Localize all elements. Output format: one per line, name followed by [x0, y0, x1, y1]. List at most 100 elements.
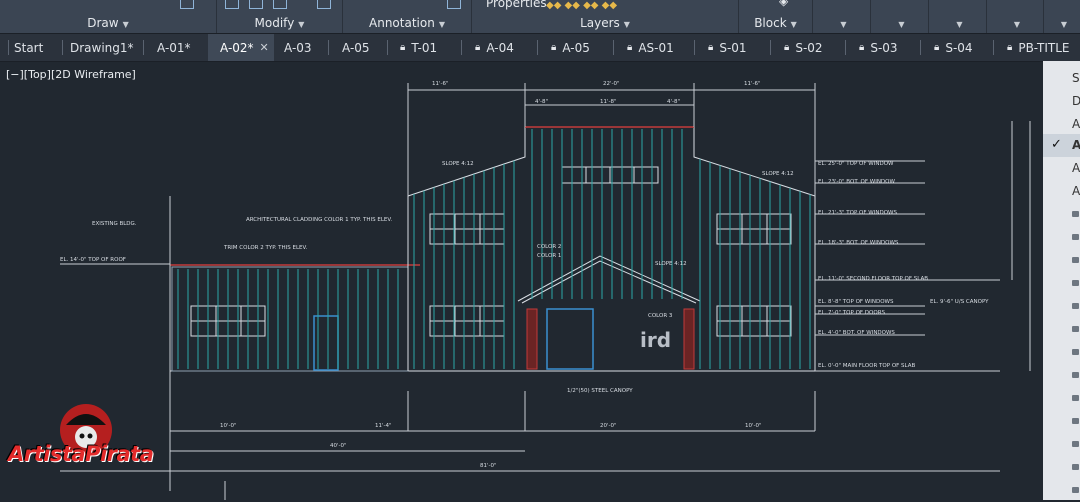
tab-a-05-locked[interactable]: 🔒︎ A-05 — [537, 34, 590, 61]
tab-a-03[interactable]: A-03 — [284, 34, 312, 61]
dimension-text: 10'-0" — [220, 423, 237, 429]
panel-item[interactable]: A — [1043, 157, 1080, 180]
ribbon: Draw ▼ Modify ▼ Annotation ▼ Properties ◆◆ … — [0, 0, 1080, 33]
tab-drawing1[interactable]: Drawing1* — [62, 34, 134, 61]
panel-item[interactable] — [1043, 456, 1080, 479]
tab-a-04[interactable]: 🔒︎ A-04 — [461, 34, 514, 61]
ribbon-group-layers[interactable]: Properties ◆◆ ◆◆ ◆◆ ◆◆ Layers ▼ — [472, 0, 739, 33]
panel-item[interactable] — [1043, 433, 1080, 456]
panel-item[interactable] — [1043, 364, 1080, 387]
tab-label: A-02* — [220, 40, 254, 55]
file-tab-bar: Start Drawing1* A-01* A-02* ✕ A-03 A-05 … — [0, 33, 1080, 62]
close-icon[interactable]: ✕ — [260, 41, 269, 54]
viewport-controls[interactable]: [−][Top][2D Wireframe] — [6, 68, 136, 81]
panel-item[interactable]: A — [1043, 180, 1080, 203]
tab-pb-title[interactable]: 🔒︎ PB-TITLE — [993, 34, 1070, 61]
ribbon-group-label[interactable]: Draw ▼ — [0, 16, 216, 30]
roof-elevation-label: EL. 14'-0" TOP OF ROOF — [60, 257, 126, 263]
tab-separator — [920, 40, 921, 55]
panel-item[interactable] — [1043, 387, 1080, 410]
ribbon-group-collapsed[interactable]: ▼ — [929, 0, 987, 33]
panel-item[interactable]: St — [1043, 67, 1080, 90]
elevation-label: EL. 7'-0" TOP OF DOORS — [818, 310, 886, 316]
lock-icon: 🔒︎ — [400, 42, 406, 53]
lock-icon — [1072, 234, 1079, 240]
bottom-dimension-lines — [60, 391, 1000, 472]
array-icon[interactable] — [273, 0, 287, 9]
tab-t-01[interactable]: 🔒︎ T-01 — [387, 34, 438, 61]
tab-separator — [770, 40, 771, 55]
tab-a-02[interactable]: A-02* ✕ — [208, 34, 274, 61]
panel-item[interactable] — [1043, 226, 1080, 249]
chevron-down-icon[interactable]: ▼ — [813, 16, 870, 30]
chevron-down-icon[interactable]: ▼ — [871, 16, 928, 30]
ribbon-group-label[interactable]: Layers ▼ — [472, 16, 738, 30]
layer-state-icon[interactable]: ◆◆ ◆◆ ◆◆ ◆◆ — [546, 0, 617, 11]
lock-icon — [1072, 372, 1079, 378]
ribbon-group-label[interactable]: Annotation ▼ — [343, 16, 471, 30]
table-icon[interactable] — [447, 0, 461, 9]
tab-s-02[interactable]: 🔒︎ S-02 — [770, 34, 823, 61]
slope-label: SLOPE 4:12 — [762, 171, 794, 177]
insert-block-icon[interactable]: ◈ — [779, 0, 788, 8]
ribbon-group-label[interactable]: Modify ▼ — [217, 16, 342, 30]
dimension-text: 4'-8" — [535, 99, 548, 105]
rectangle-icon[interactable] — [180, 0, 194, 9]
panel-item[interactable] — [1043, 272, 1080, 295]
lock-icon: 🔒︎ — [1007, 42, 1013, 53]
entrance-column-right — [683, 308, 695, 370]
tab-label: A-04 — [486, 40, 514, 55]
layer-dropdown-panel[interactable]: St Dr A ✓A A A — [1043, 61, 1080, 500]
note-text: COLOR 1 — [537, 253, 561, 259]
ribbon-group-collapsed[interactable]: ▼ — [813, 0, 871, 33]
ribbon-group-draw[interactable]: Draw ▼ — [0, 0, 217, 33]
elevation-label: EL. 18'-3" BOT. OF WINDOWS — [818, 240, 899, 246]
move-icon[interactable] — [225, 0, 239, 9]
tab-label: T-01 — [411, 40, 438, 55]
ribbon-group-block[interactable]: ◈ Block ▼ — [739, 0, 813, 33]
panel-item[interactable]: A — [1043, 113, 1080, 136]
tab-separator — [694, 40, 695, 55]
lock-icon — [1072, 280, 1079, 286]
dimension-text: 81'-0" — [480, 463, 497, 469]
lock-icon: 🔒︎ — [708, 42, 714, 53]
panel-item[interactable] — [1043, 410, 1080, 433]
chevron-down-icon[interactable]: ▼ — [1044, 16, 1080, 30]
panel-item[interactable]: Dr — [1043, 90, 1080, 113]
panel-item[interactable] — [1043, 295, 1080, 318]
note-text: 1/2"(50) STEEL CANOPY — [567, 388, 633, 394]
chevron-down-icon[interactable]: ▼ — [929, 16, 986, 30]
tab-separator — [387, 40, 388, 55]
panel-item[interactable] — [1043, 318, 1080, 341]
tab-label: A-03 — [284, 40, 312, 55]
tab-start[interactable]: Start — [8, 34, 43, 61]
pirate-logo — [60, 404, 112, 456]
watermark-text: ArtistaPirata — [8, 442, 154, 466]
ribbon-group-collapsed[interactable]: ▼ — [1044, 0, 1080, 33]
ribbon-group-modify[interactable]: Modify ▼ — [217, 0, 343, 33]
tab-as-01[interactable]: 🔒︎ AS-01 — [613, 34, 674, 61]
layer-properties-label[interactable]: Properties — [486, 0, 547, 10]
panel-item[interactable] — [1043, 479, 1080, 502]
panel-item-selected[interactable]: ✓ A — [1043, 134, 1080, 157]
tab-separator — [328, 40, 329, 55]
tab-label: S-02 — [795, 40, 823, 55]
copy-icon[interactable] — [249, 0, 263, 9]
ribbon-group-annotation[interactable]: Annotation ▼ — [343, 0, 472, 33]
panel-item[interactable] — [1043, 341, 1080, 364]
panel-item[interactable] — [1043, 203, 1080, 226]
chevron-down-icon[interactable]: ▼ — [987, 16, 1043, 30]
tab-a-01[interactable]: A-01* — [143, 34, 191, 61]
tab-s-03[interactable]: 🔒︎ S-03 — [845, 34, 898, 61]
ribbon-group-collapsed[interactable]: ▼ — [871, 0, 929, 33]
window-group — [190, 166, 792, 337]
fillet-icon[interactable] — [317, 0, 331, 9]
ribbon-group-label[interactable]: Block ▼ — [739, 16, 812, 30]
tab-s-04[interactable]: 🔒︎ S-04 — [920, 34, 973, 61]
ribbon-group-collapsed[interactable]: ▼ — [987, 0, 1044, 33]
panel-item[interactable] — [1043, 249, 1080, 272]
chevron-down-icon: ▼ — [623, 20, 630, 29]
tab-label: A-05 — [562, 40, 590, 55]
tab-a-05[interactable]: A-05 — [328, 34, 370, 61]
tab-s-01[interactable]: 🔒︎ S-01 — [694, 34, 747, 61]
